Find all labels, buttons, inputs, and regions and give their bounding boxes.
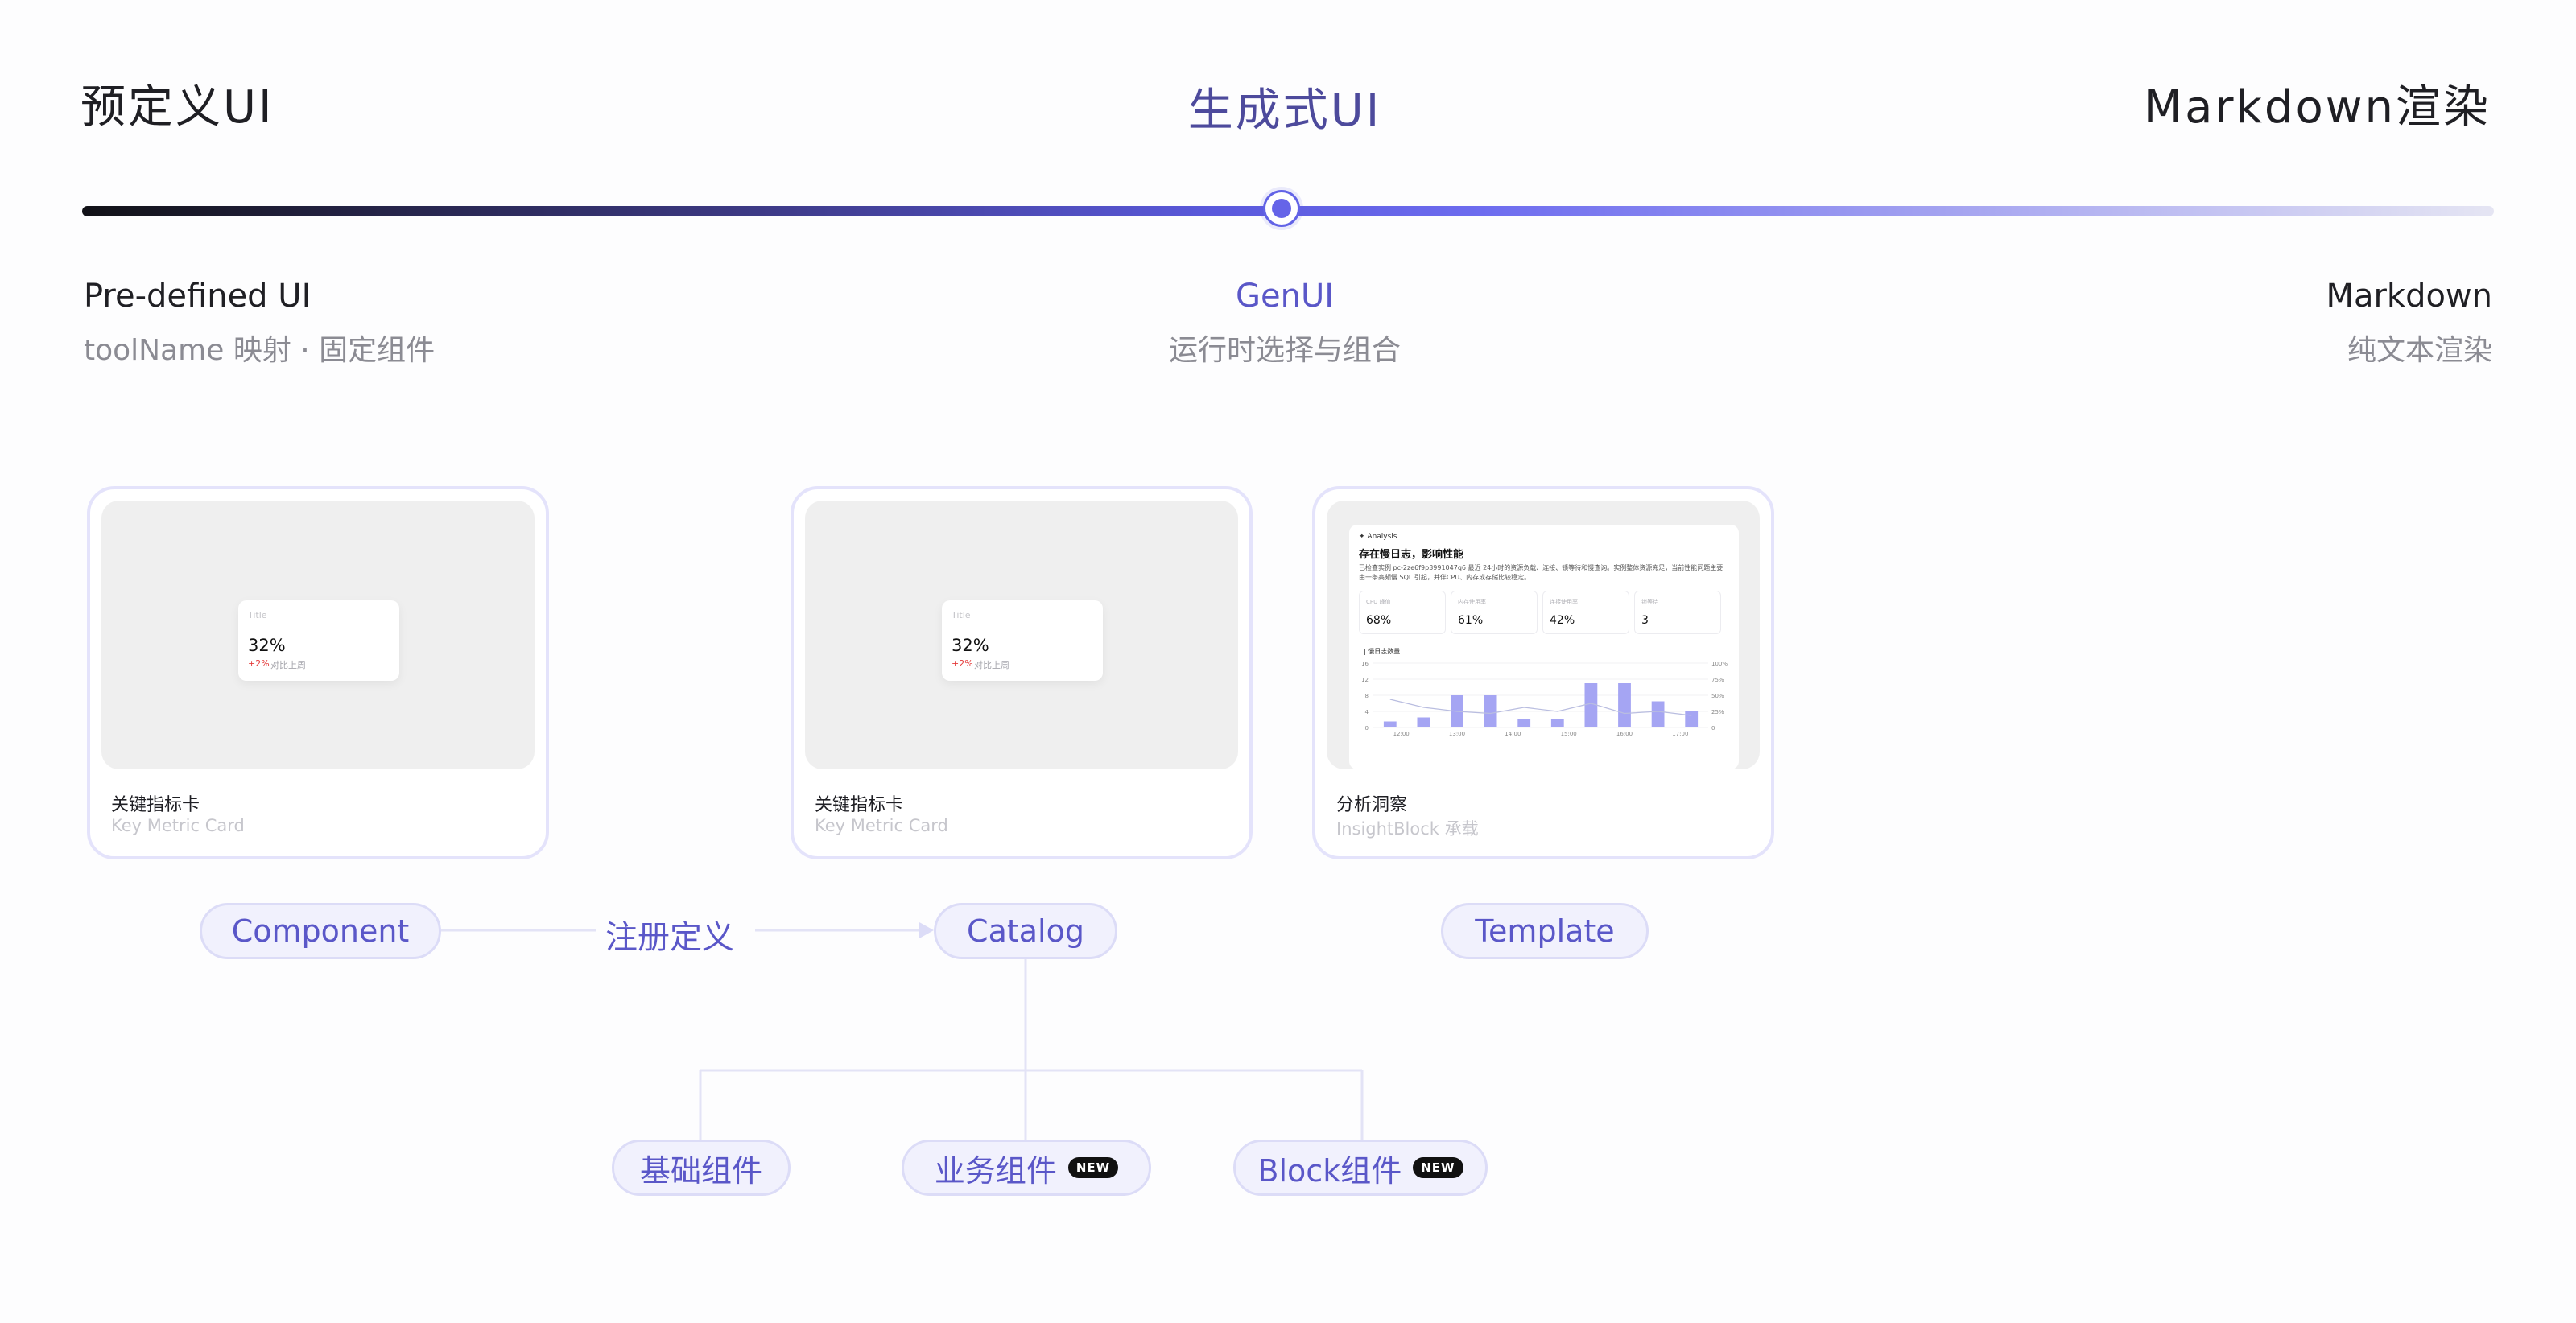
metric-value: 32% xyxy=(952,636,989,655)
stat-label: 内存使用率 xyxy=(1458,599,1486,605)
x-tick-label: 12:00 xyxy=(1393,731,1410,737)
block-components-label: Block组件 xyxy=(1257,1152,1402,1189)
y2-tick-label: 100% xyxy=(1711,661,1728,667)
stat-connections: 连接使用率 42% xyxy=(1542,591,1629,634)
y-tick-label: 16 xyxy=(1361,661,1368,667)
register-define-label: 注册定义 xyxy=(605,919,734,956)
template-pill[interactable]: Template xyxy=(1441,903,1649,959)
x-tick-label: 15:00 xyxy=(1561,731,1577,737)
chart-bar xyxy=(1383,721,1397,727)
card-preview: Title 32% +2% 对比上周 xyxy=(805,501,1238,769)
chart-bar xyxy=(1417,717,1430,727)
stat-label: CPU 峰值 xyxy=(1366,599,1391,605)
catalog-card[interactable]: Title 32% +2% 对比上周 关键指标卡 Key Metric Card xyxy=(791,486,1253,859)
card-preview: Title 32% +2% 对比上周 xyxy=(101,501,535,769)
component-card[interactable]: Title 32% +2% 对比上周 关键指标卡 Key Metric Card xyxy=(87,486,549,859)
chart-bar xyxy=(1584,683,1598,727)
card-en-name: Key Metric Card xyxy=(111,816,245,835)
card-name: 分析洞察 xyxy=(1336,795,1408,815)
stat-locks: 锁等待 3 xyxy=(1634,591,1721,634)
metric-delta: +2% xyxy=(248,658,270,669)
key-metric-card: Title 32% +2% 对比上周 xyxy=(942,600,1103,681)
new-badge: NEW xyxy=(1067,1157,1119,1178)
catalog-pill-label: Catalog xyxy=(967,913,1084,949)
metric-value: 32% xyxy=(248,636,286,655)
y-tick-label: 8 xyxy=(1365,693,1368,699)
card-en-name: Key Metric Card xyxy=(815,816,948,835)
y-tick-label: 0 xyxy=(1365,725,1368,732)
component-pill-label: Component xyxy=(231,913,410,949)
chart-bar xyxy=(1618,683,1631,727)
metric-title: Title xyxy=(248,610,267,620)
y2-tick-label: 75% xyxy=(1711,677,1724,683)
metric-title: Title xyxy=(952,610,971,620)
basic-components-label: 基础组件 xyxy=(639,1152,762,1189)
insight-tag-label: Analysis xyxy=(1367,533,1397,541)
sparkle-icon: ✦ xyxy=(1359,533,1368,541)
insight-title: 存在慢日志，影响性能 xyxy=(1359,549,1464,561)
stat-value: 68% xyxy=(1366,614,1392,627)
template-pill-label: Template xyxy=(1475,913,1615,949)
card-name: 关键指标卡 xyxy=(815,795,904,815)
key-metric-card: Title 32% +2% 对比上周 xyxy=(238,600,399,681)
chart-line xyxy=(1389,699,1692,716)
card-name: 关键指标卡 xyxy=(111,795,200,815)
card-preview: ✦ Analysis 存在慢日志，影响性能 已检查实例 pc-2ze6f9p39… xyxy=(1327,501,1760,769)
insight-desc: 已检查实例 pc-2ze6f9p3991047q6 最近 24小时的资源负载、连… xyxy=(1359,564,1724,581)
y2-tick-label: 0 xyxy=(1711,725,1715,732)
y2-tick-label: 50% xyxy=(1711,693,1724,699)
metric-delta: +2% xyxy=(952,658,973,669)
x-tick-label: 16:00 xyxy=(1616,731,1633,737)
stat-memory: 内存使用率 61% xyxy=(1451,591,1538,634)
card-en-name: InsightBlock 承载 xyxy=(1336,819,1479,839)
chart-bar xyxy=(1484,695,1497,727)
metric-note: 对比上周 xyxy=(270,660,306,670)
stat-cpu: CPU 峰值 68% xyxy=(1359,591,1446,634)
basic-components-pill[interactable]: 基础组件 xyxy=(612,1140,791,1196)
block-components-pill[interactable]: Block组件 NEW xyxy=(1233,1140,1488,1196)
x-tick-label: 13:00 xyxy=(1449,731,1465,737)
chart-bar xyxy=(1651,701,1665,727)
arrow-head-icon xyxy=(919,922,934,938)
component-pill[interactable]: Component xyxy=(200,903,441,959)
stat-value: 61% xyxy=(1458,614,1484,627)
stat-label: 锁等待 xyxy=(1641,599,1658,605)
chart-bar xyxy=(1550,719,1564,727)
stat-label: 连接使用率 xyxy=(1550,599,1578,605)
business-components-label: 业务组件 xyxy=(934,1152,1057,1189)
insight-block: ✦ Analysis 存在慢日志，影响性能 已检查实例 pc-2ze6f9p39… xyxy=(1349,525,1739,769)
stat-value: 42% xyxy=(1550,614,1575,627)
slow-log-chart: 16 12 8 4 0 100% 75% 50% 25% 0 12:00 13:00 14:00 15:0… xyxy=(1361,661,1728,737)
y2-tick-label: 25% xyxy=(1711,709,1724,715)
y-tick-label: 12 xyxy=(1361,677,1368,683)
metric-note: 对比上周 xyxy=(974,660,1009,670)
business-components-pill[interactable]: 业务组件 NEW xyxy=(902,1140,1151,1196)
x-tick-label: 14:00 xyxy=(1505,731,1521,737)
insight-tag: ✦ Analysis xyxy=(1359,533,1397,541)
chart-title: | 慢日志数量 xyxy=(1364,648,1401,655)
chart-bar xyxy=(1685,711,1699,727)
stat-value: 3 xyxy=(1641,614,1649,627)
chart-bar xyxy=(1517,719,1531,727)
y-tick-label: 4 xyxy=(1365,709,1369,715)
x-tick-label: 17:00 xyxy=(1672,731,1688,737)
template-card[interactable]: ✦ Analysis 存在慢日志，影响性能 已检查实例 pc-2ze6f9p39… xyxy=(1312,486,1774,859)
new-badge: NEW xyxy=(1413,1157,1463,1178)
catalog-pill[interactable]: Catalog xyxy=(934,903,1117,959)
